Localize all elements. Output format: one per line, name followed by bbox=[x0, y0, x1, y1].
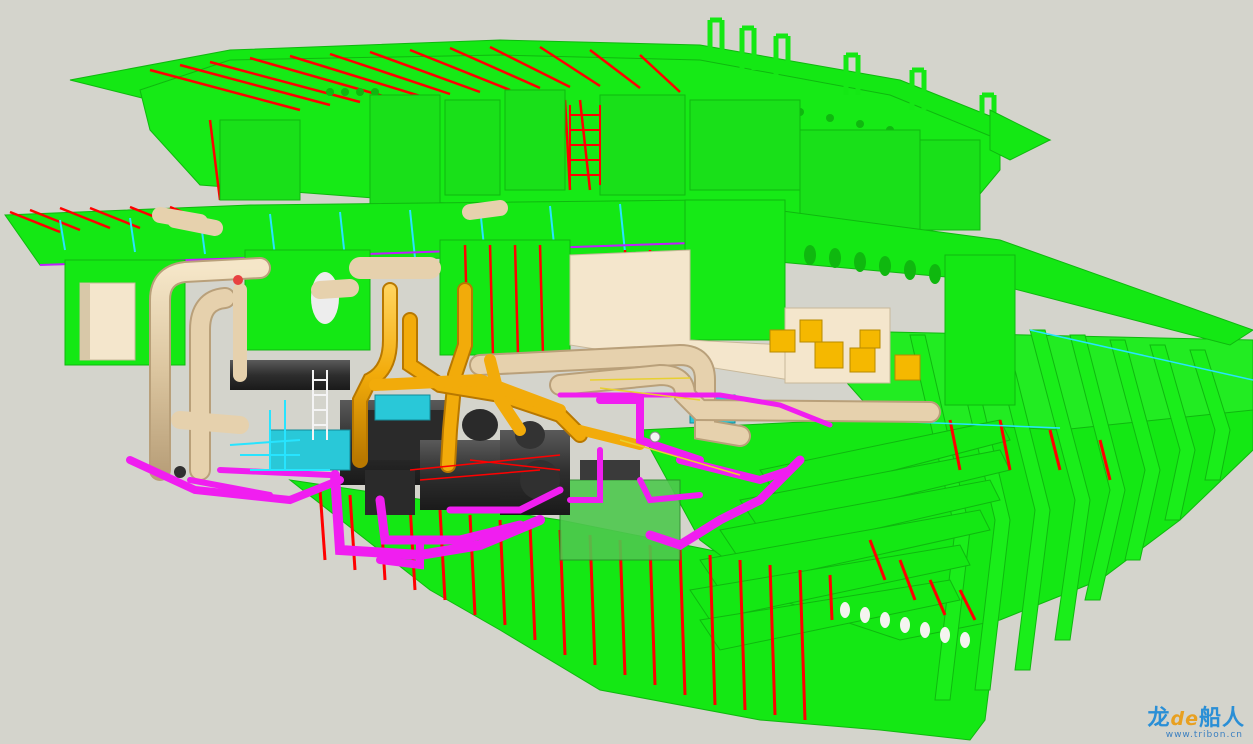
watermark: 龙de船人 www.tribon.cn bbox=[1133, 700, 1245, 740]
3d-model-viewport[interactable]: 龙de船人 www.tribon.cn bbox=[0, 0, 1253, 744]
watermark-brand: 龙de船人 bbox=[1147, 706, 1245, 731]
hull-bottom-structure bbox=[288, 329, 1253, 741]
watermark-url: www.tribon.cn bbox=[1165, 730, 1243, 740]
ship-block-3d-model[interactable] bbox=[0, 0, 1253, 744]
upper-deck-structure bbox=[69, 17, 1052, 232]
